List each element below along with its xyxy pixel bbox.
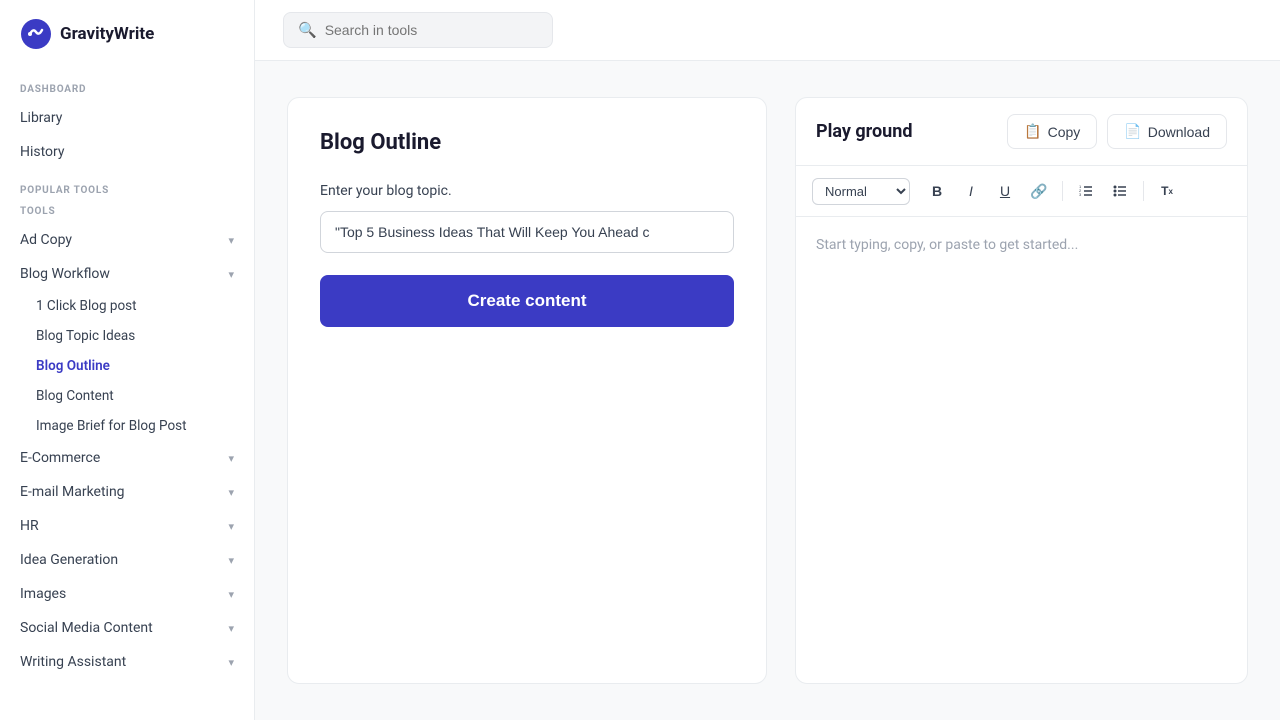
editor-toolbar: Normal Heading 1 Heading 2 B I U 🔗 1 2 [796, 166, 1247, 217]
underline-button[interactable]: U [990, 176, 1020, 206]
copy-button[interactable]: 📋 Copy [1007, 114, 1097, 149]
sidebar-item-email-marketing[interactable]: E-mail Marketing ▾ [0, 475, 254, 509]
editor-placeholder: Start typing, copy, or paste to get star… [816, 237, 1078, 253]
sidebar-item-history[interactable]: History [0, 135, 254, 169]
main-content: 🔍 Blog Outline Enter your blog topic. Cr… [255, 0, 1280, 720]
toolbar-divider-2 [1143, 181, 1144, 201]
search-box[interactable]: 🔍 [283, 12, 553, 48]
sidebar-subitem-image-brief[interactable]: Image Brief for Blog Post [0, 411, 254, 441]
ad-copy-label: Ad Copy [20, 232, 72, 248]
hr-label: HR [20, 518, 39, 534]
link-button[interactable]: 🔗 [1024, 176, 1054, 206]
sidebar: GravityWrite DASHBOARD Library History P… [0, 0, 255, 720]
text-style-select[interactable]: Normal Heading 1 Heading 2 [812, 178, 910, 205]
ad-copy-chevron: ▾ [228, 234, 234, 247]
writing-assistant-label: Writing Assistant [20, 654, 126, 670]
create-content-button[interactable]: Create content [320, 275, 734, 327]
ordered-list-icon: 1 2 3 [1078, 183, 1094, 199]
download-icon: 📄 [1124, 123, 1141, 140]
italic-button[interactable]: I [956, 176, 986, 206]
sidebar-subitem-1-click-blog[interactable]: 1 Click Blog post [0, 291, 254, 321]
dashboard-section-label: DASHBOARD [0, 68, 254, 101]
topic-input-label: Enter your blog topic. [320, 183, 734, 199]
popular-tools-label: POPULAR TOOLS [0, 169, 254, 202]
ordered-list-button[interactable]: 1 2 3 [1071, 176, 1101, 206]
logo-area: GravityWrite [0, 0, 254, 68]
sidebar-item-e-commerce[interactable]: E-Commerce ▾ [0, 441, 254, 475]
logo-text: GravityWrite [60, 24, 154, 44]
gravitywrite-logo-icon [20, 18, 52, 50]
right-panel: Play ground 📋 Copy 📄 Download Normal Hea… [795, 97, 1248, 684]
clear-format-button[interactable]: Tx [1152, 176, 1182, 206]
blog-topic-ideas-label: Blog Topic Ideas [36, 328, 135, 344]
history-label: History [20, 144, 65, 160]
image-brief-label: Image Brief for Blog Post [36, 418, 187, 434]
left-panel: Blog Outline Enter your blog topic. Crea… [287, 97, 767, 684]
social-media-label: Social Media Content [20, 620, 153, 636]
blog-content-label: Blog Content [36, 388, 114, 404]
sidebar-subitem-blog-topic-ideas[interactable]: Blog Topic Ideas [0, 321, 254, 351]
writing-assistant-chevron: ▾ [228, 656, 234, 669]
playground-title: Play ground [816, 121, 912, 142]
sidebar-subitem-blog-outline[interactable]: Blog Outline [0, 351, 254, 381]
unordered-list-icon [1112, 183, 1128, 199]
toolbar-divider-1 [1062, 181, 1063, 201]
playground-header: Play ground 📋 Copy 📄 Download [796, 98, 1247, 166]
copy-icon: 📋 [1024, 123, 1041, 140]
download-label: Download [1148, 124, 1210, 140]
email-marketing-label: E-mail Marketing [20, 484, 125, 500]
sidebar-item-ad-copy[interactable]: Ad Copy ▾ [0, 223, 254, 257]
email-marketing-chevron: ▾ [228, 486, 234, 499]
images-label: Images [20, 586, 66, 602]
blog-outline-title: Blog Outline [320, 130, 734, 155]
sidebar-item-writing-assistant[interactable]: Writing Assistant ▾ [0, 645, 254, 679]
search-icon: 🔍 [298, 21, 317, 39]
e-commerce-label: E-Commerce [20, 450, 100, 466]
idea-generation-chevron: ▾ [228, 554, 234, 567]
library-label: Library [20, 110, 62, 126]
copy-label: Copy [1048, 124, 1081, 140]
sidebar-item-hr[interactable]: HR ▾ [0, 509, 254, 543]
blog-workflow-label: Blog Workflow [20, 266, 110, 282]
1-click-blog-label: 1 Click Blog post [36, 298, 137, 314]
search-input[interactable] [325, 22, 538, 38]
hr-chevron: ▾ [228, 520, 234, 533]
svg-text:3: 3 [1079, 192, 1082, 197]
sidebar-item-social-media[interactable]: Social Media Content ▾ [0, 611, 254, 645]
images-chevron: ▾ [228, 588, 234, 601]
bold-button[interactable]: B [922, 176, 952, 206]
header-actions: 📋 Copy 📄 Download [1007, 114, 1227, 149]
editor-area[interactable]: Start typing, copy, or paste to get star… [796, 217, 1247, 683]
e-commerce-chevron: ▾ [228, 452, 234, 465]
idea-generation-label: Idea Generation [20, 552, 118, 568]
sidebar-subitem-blog-content[interactable]: Blog Content [0, 381, 254, 411]
blog-outline-label: Blog Outline [36, 358, 110, 374]
sidebar-item-idea-generation[interactable]: Idea Generation ▾ [0, 543, 254, 577]
blog-workflow-chevron: ▾ [228, 268, 234, 281]
content-area: Blog Outline Enter your blog topic. Crea… [255, 61, 1280, 720]
download-button[interactable]: 📄 Download [1107, 114, 1227, 149]
tools-label: TOOLS [0, 202, 254, 223]
sidebar-item-images[interactable]: Images ▾ [0, 577, 254, 611]
topbar: 🔍 [255, 0, 1280, 61]
sidebar-item-blog-workflow[interactable]: Blog Workflow ▾ [0, 257, 254, 291]
sidebar-item-library[interactable]: Library [0, 101, 254, 135]
unordered-list-button[interactable] [1105, 176, 1135, 206]
social-media-chevron: ▾ [228, 622, 234, 635]
blog-topic-input[interactable] [320, 211, 734, 253]
